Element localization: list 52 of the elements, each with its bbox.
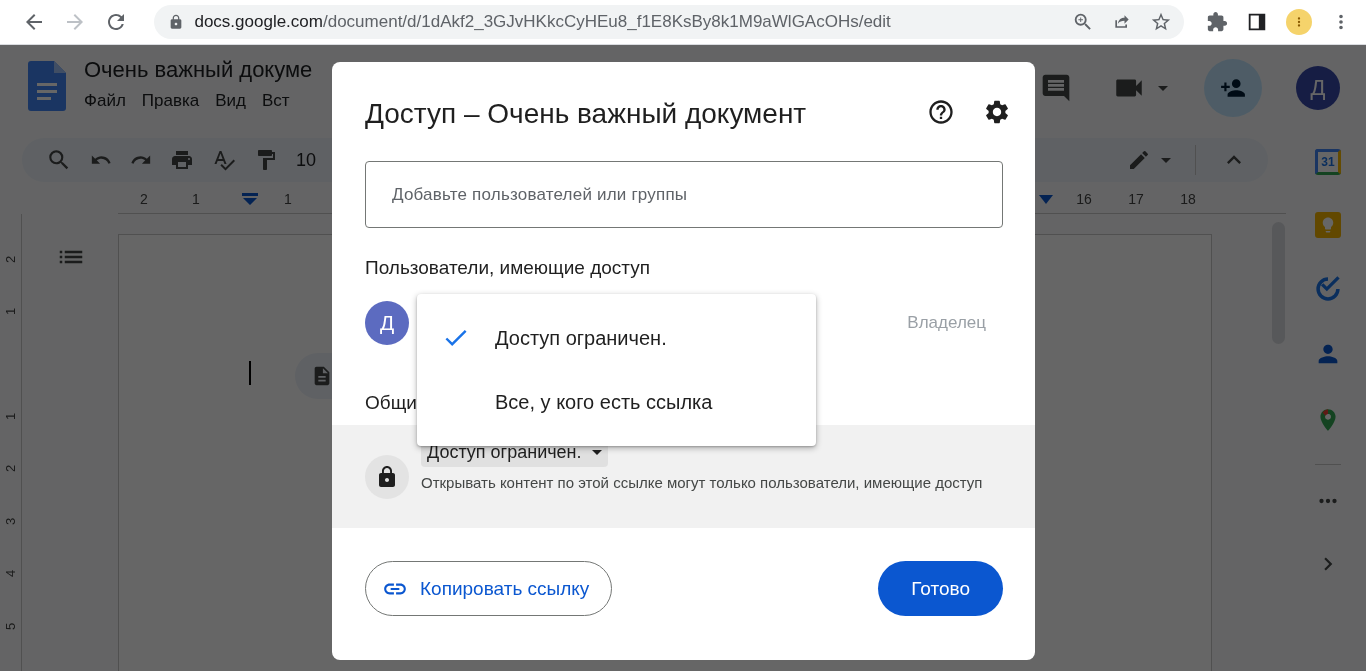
url-text: docs.google.com/document/d/1dAkf2_3GJvHKkcCyHEu8_f1E8KsBy8k1M9aWlGAcOHs/edit	[194, 12, 892, 32]
access-description: Открывать контент по этой ссылке могут только пользователи, имеющие доступ	[421, 473, 983, 493]
zoom-in-icon[interactable]	[1072, 11, 1094, 33]
menu-item[interactable]: Правка	[141, 89, 216, 113]
role-label: Владелец	[907, 313, 986, 333]
ruler-number: 17	[1127, 190, 1145, 207]
help-button[interactable]	[927, 98, 955, 126]
menu-item[interactable]: Файл	[84, 89, 142, 113]
address-bar[interactable]: docs.google.com/document/d/1dAkf2_3GJvHKkcCyHEu8_f1E8KsBy8k1M9aWlGAcOHs/edit	[154, 5, 1184, 39]
settings-icon	[983, 98, 1011, 126]
settings-button[interactable]	[983, 98, 1011, 126]
ruler-number: 4	[3, 569, 18, 578]
side-panel-icon[interactable]	[1246, 11, 1268, 33]
ruler-number: 18	[1179, 190, 1197, 207]
indent-marker-icon[interactable]	[1038, 192, 1054, 205]
ruler-number: 16	[1075, 190, 1093, 207]
puzzle-icon[interactable]	[1206, 11, 1228, 33]
ruler-number: 1	[3, 412, 18, 420]
section-heading: Общи	[364, 391, 417, 414]
spellcheck-icon[interactable]	[212, 148, 236, 173]
caret-icon	[591, 450, 602, 455]
template-chip[interactable]	[295, 352, 335, 399]
calendar-icon[interactable]: 31	[1315, 149, 1341, 175]
menu-option[interactable]: Доступ ограничен.	[417, 306, 816, 370]
menu-item[interactable]: Вст	[262, 89, 306, 113]
star-icon[interactable]	[1150, 11, 1172, 33]
user-avatar[interactable]: Д	[1296, 66, 1340, 110]
lightbulb-icon[interactable]	[1315, 212, 1341, 238]
help-icon	[927, 98, 955, 126]
add-people-field[interactable]: Добавьте пользователей или группы	[365, 161, 1003, 228]
ruler-number: 3	[3, 517, 18, 525]
ruler-number: 1	[191, 190, 201, 207]
copy-link-button[interactable]: Копировать ссылку	[365, 561, 613, 616]
ruler-number: 5	[3, 622, 18, 630]
dialog-title: Доступ – Очень важный документ	[365, 97, 808, 130]
person-avatar: Д	[365, 301, 409, 345]
profile-avatar[interactable]	[1286, 9, 1312, 35]
caret-icon	[1158, 85, 1168, 91]
indent-marker-icon[interactable]	[242, 192, 258, 205]
section-heading: Пользователи, имеющие доступ	[364, 256, 651, 279]
docs-logo-icon[interactable]	[28, 61, 66, 111]
ruler-number: 2	[3, 255, 18, 263]
text-cursor	[249, 360, 251, 385]
ruler-number: 1	[283, 190, 293, 207]
done-button[interactable]: Готово	[878, 561, 1003, 616]
ruler-number: 1	[3, 307, 18, 316]
ruler-number: 2	[3, 464, 18, 473]
caret-icon[interactable]	[1161, 157, 1171, 163]
ruler-number: 2	[139, 190, 149, 207]
menu-option[interactable]: Все, у кого есть ссылка	[417, 370, 816, 434]
menu-item[interactable]: Вид	[215, 89, 262, 113]
zoom-value[interactable]: 10	[296, 149, 317, 171]
